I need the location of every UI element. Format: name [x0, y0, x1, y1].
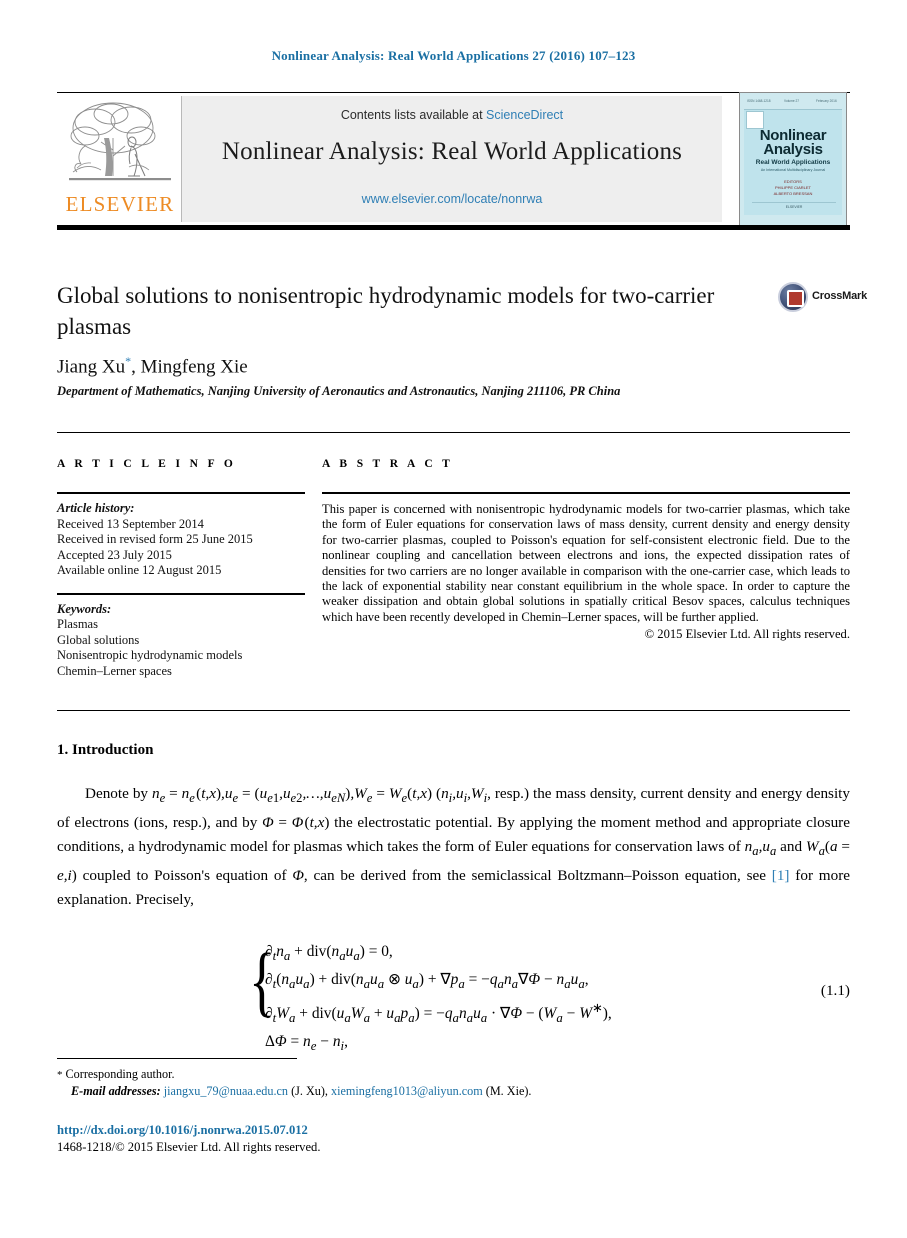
article-history: Article history: Received 13 September 2… [57, 501, 305, 579]
keyword-item: Global solutions [57, 632, 140, 647]
masthead-bottom-rule [57, 225, 850, 230]
rule-under-abstract [57, 710, 850, 711]
cover-topbar: ISSN 1468-1218 Volume 27 February 2016 [744, 97, 842, 110]
journal-homepage-link[interactable]: www.elsevier.com/locate/nonrwa [182, 192, 722, 206]
history-item: Received in revised form 25 June 2015 [57, 532, 253, 546]
abstract-heading: A B S T R A C T [322, 458, 454, 470]
cover-title-line2: Analysis [763, 141, 823, 158]
introduction-paragraph: Denote by ne = ne (t,x),ue = (ue1,ue2,…,… [57, 785, 850, 909]
elsevier-wordmark: ELSEVIER [65, 192, 175, 216]
cover-date: February 2016 [816, 99, 837, 103]
email-link-1[interactable]: jiangxu_79@nuaa.edu.cn [164, 1084, 288, 1098]
history-item: Accepted 23 July 2015 [57, 547, 172, 562]
keywords-label: Keywords: [57, 601, 112, 616]
email-owner-1: (J. Xu), [291, 1084, 328, 1098]
history-item: Received 13 September 2014 [57, 516, 204, 531]
article-history-label: Article history: [57, 501, 135, 515]
crossmark-badge-group[interactable]: CrossMark [778, 282, 867, 322]
keyword-item: Plasmas [57, 617, 98, 631]
equation-1-1: { ∂tna + div(naua) = 0, ∂t(naua) + div(n… [57, 940, 850, 1054]
elsevier-tree-icon [69, 102, 171, 181]
abstract-column: A B S T R A C T This paper is concerned … [322, 458, 850, 642]
paper-page: Nonlinear Analysis: Real World Applicati… [0, 0, 907, 1238]
footnote-rule [57, 1058, 297, 1059]
cover-issn: ISSN 1468-1218 [747, 99, 771, 103]
cover-title: Nonlinear Analysis [745, 128, 841, 158]
cover-subtitle: Real World Applications [755, 159, 831, 166]
section-heading-introduction: 1. Introduction [57, 742, 154, 758]
cover-editors: EDITORS PHILIPPE CIARLET ALBERTO BRESSAN [773, 179, 813, 196]
author-list: Jiang Xu*, Mingfeng Xie [57, 354, 757, 378]
sciencedirect-link[interactable]: ScienceDirect [486, 108, 563, 122]
issn-copyright-line: 1468-1218/© 2015 Elsevier Ltd. All right… [57, 1140, 321, 1154]
abstract-copyright: © 2015 Elsevier Ltd. All rights reserved… [644, 627, 850, 642]
author-one: Jiang Xu [57, 356, 126, 378]
contents-line: Contents lists available at ScienceDirec… [182, 108, 722, 122]
article-info-heading: A R T I C L E I N F O [57, 458, 237, 470]
author-rest: , Mingfeng Xie [131, 356, 248, 378]
citation-link[interactable]: [1] [772, 867, 790, 884]
crossmark-icon [778, 282, 808, 312]
doi-block: http://dx.doi.org/10.1016/j.nonrwa.2015.… [57, 1122, 757, 1156]
crossmark-label: CrossMark [812, 290, 868, 302]
equation-body: ∂tna + div(naua) = 0, ∂t(naua) + div(nau… [265, 940, 612, 1058]
cover-subnote: An International Multidisciplinary Journ… [760, 168, 826, 172]
equation-number: (1.1) [820, 982, 850, 999]
keywords-rule [57, 592, 305, 595]
author-affiliation: Department of Mathematics, Nanjing Unive… [57, 384, 621, 398]
email-owner-2: (M. Xie). [485, 1084, 532, 1098]
corresponding-author-text: Corresponding author. [65, 1067, 175, 1081]
abstract-rule [322, 492, 850, 494]
masthead-top-rule [57, 92, 850, 93]
article-info-column: A R T I C L E I N F O Article history: R… [57, 458, 305, 679]
abstract-text: This paper is concerned with nonisentrop… [322, 502, 850, 624]
email-label: E-mail addresses: [71, 1084, 161, 1098]
footnote-star: * [57, 1069, 63, 1081]
equation-line-4: ΔΦ = ne − ni, [265, 1033, 348, 1054]
keywords-block: Keywords: Plasmas Global solutions Nonis… [57, 602, 305, 680]
rule-under-authors [57, 432, 850, 433]
corresponding-author-note: * Corresponding author. [57, 1066, 757, 1083]
contents-prefix: Contents lists available at [340, 108, 487, 122]
journal-cover-thumbnail: ISSN 1468-1218 Volume 27 February 2016 N… [739, 92, 847, 226]
keyword-item: Chemin–Lerner spaces [57, 663, 172, 678]
keyword-item: Nonisentropic hydrodynamic models [57, 648, 243, 662]
email-link-2[interactable]: xiemingfeng1013@aliyun.com [331, 1084, 483, 1098]
email-line: E-mail addresses: jiangxu_79@nuaa.edu.cn… [57, 1083, 757, 1099]
doi-link[interactable]: http://dx.doi.org/10.1016/j.nonrwa.2015.… [57, 1122, 757, 1139]
cover-bottom-note: ELSEVIER [752, 202, 836, 209]
running-head: Nonlinear Analysis: Real World Applicati… [271, 48, 636, 63]
journal-masthead: ELSEVIER Contents lists available at Sci… [57, 92, 850, 230]
journal-banner: Contents lists available at ScienceDirec… [182, 96, 722, 222]
footnote-block: * Corresponding author. E-mail addresses… [57, 1066, 757, 1099]
elsevier-logo: ELSEVIER [61, 98, 179, 222]
article-info-rule [57, 492, 305, 494]
article-title: Global solutions to nonisentropic hydrod… [57, 283, 715, 339]
history-item: Available online 12 August 2015 [57, 563, 222, 577]
cover-volume: Volume 27 [784, 99, 800, 103]
equation-line-2: ∂t(naua) + div(naua ⊗ ua) + ∇pa = −qana∇… [265, 971, 589, 992]
journal-title: Nonlinear Analysis: Real World Applicati… [221, 138, 683, 165]
equation-line-1: ∂tna + div(naua) = 0, [265, 943, 393, 964]
equation-line-3: ∂tWa + div(uaWa + uapa) = −qanaua · ∇Φ −… [265, 1001, 612, 1026]
